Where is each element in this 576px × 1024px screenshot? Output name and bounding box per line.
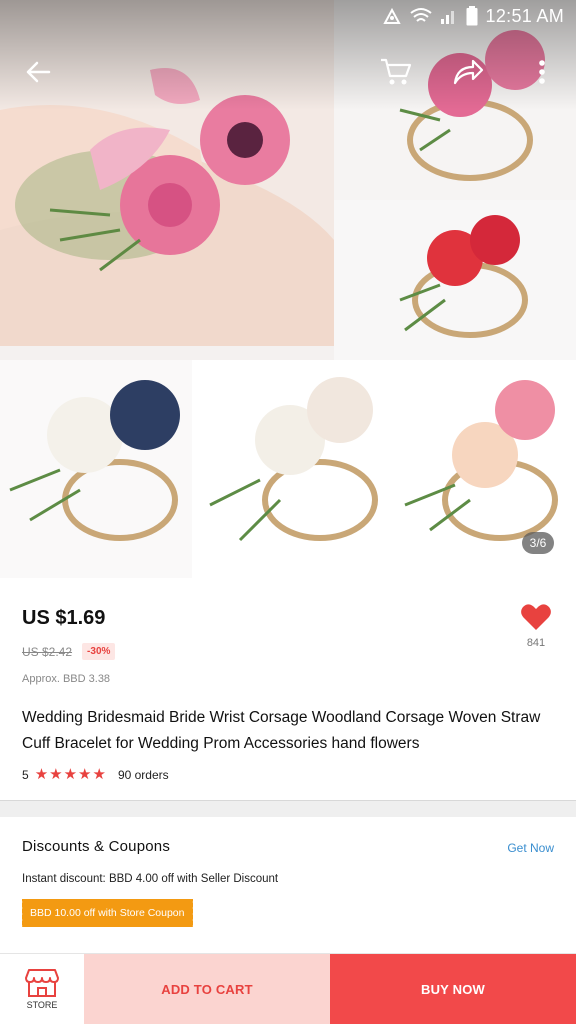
nfc-icon xyxy=(382,7,401,24)
section-divider xyxy=(0,800,576,817)
star-icon: ★ xyxy=(34,766,49,783)
instant-discount-text: Instant discount: BBD 4.00 off with Sell… xyxy=(22,873,279,885)
store-icon xyxy=(25,969,59,997)
original-price: US $2.42 xyxy=(22,644,73,659)
orders-count: 90 orders xyxy=(117,767,169,782)
current-price: US $1.69 xyxy=(22,607,106,629)
share-icon xyxy=(453,59,484,85)
discounts-section: Discounts & Coupons Get Now Instant disc… xyxy=(0,817,576,953)
star-icon: ★ xyxy=(92,766,106,783)
product-image-gallery[interactable]: 12:51 AM 3/6 xyxy=(0,0,576,578)
star-icon: ★ xyxy=(63,766,78,783)
more-button[interactable] xyxy=(522,52,562,92)
buy-now-button[interactable]: BUY NOW xyxy=(330,954,576,1024)
battery-icon xyxy=(466,6,478,26)
original-price-row: US $2.42 -30% xyxy=(22,643,116,660)
cart-button[interactable] xyxy=(376,52,416,92)
share-button[interactable] xyxy=(448,52,488,92)
rating-row[interactable]: 5 ★ ★ ★ ★ ★ 90 orders xyxy=(22,767,169,782)
discounts-title: Discounts & Coupons xyxy=(22,838,171,855)
status-bar: 12:51 AM xyxy=(0,0,576,32)
bottom-action-bar: STORE ADD TO CART BUY NOW xyxy=(0,953,576,1024)
rating-value: 5 xyxy=(22,767,29,782)
get-now-link[interactable]: Get Now xyxy=(507,841,554,855)
status-time: 12:51 AM xyxy=(485,5,564,26)
star-icon: ★ xyxy=(78,766,92,783)
wishlist-count: 841 xyxy=(526,637,546,649)
store-coupon-badge[interactable]: BBD 10.00 off with Store Coupon xyxy=(20,899,193,927)
wifi-icon xyxy=(409,8,432,22)
rating-stars: ★ ★ ★ ★ ★ xyxy=(35,767,106,782)
add-to-cart-button[interactable]: ADD TO CART xyxy=(84,954,330,1024)
store-button[interactable]: STORE xyxy=(0,954,84,1024)
cart-icon xyxy=(381,58,412,85)
signal-icon xyxy=(440,11,454,24)
star-icon: ★ xyxy=(49,766,63,783)
product-photo-collage xyxy=(0,0,576,578)
approx-price: Approx. BBD 3.38 xyxy=(22,673,111,685)
back-button[interactable] xyxy=(18,52,58,92)
product-info: US $1.69 US $2.42 -30% Approx. BBD 3.38 … xyxy=(0,578,576,800)
heart-icon xyxy=(521,604,551,630)
product-title: Wedding Bridesmaid Bride Wrist Corsage W… xyxy=(22,709,541,752)
gallery-page-indicator: 3/6 xyxy=(522,532,554,554)
discount-badge: -30% xyxy=(82,643,116,660)
arrow-left-icon xyxy=(26,61,51,83)
store-label: STORE xyxy=(26,1000,58,1010)
more-vertical-icon xyxy=(539,60,545,84)
wishlist-button[interactable]: 841 xyxy=(518,603,554,649)
